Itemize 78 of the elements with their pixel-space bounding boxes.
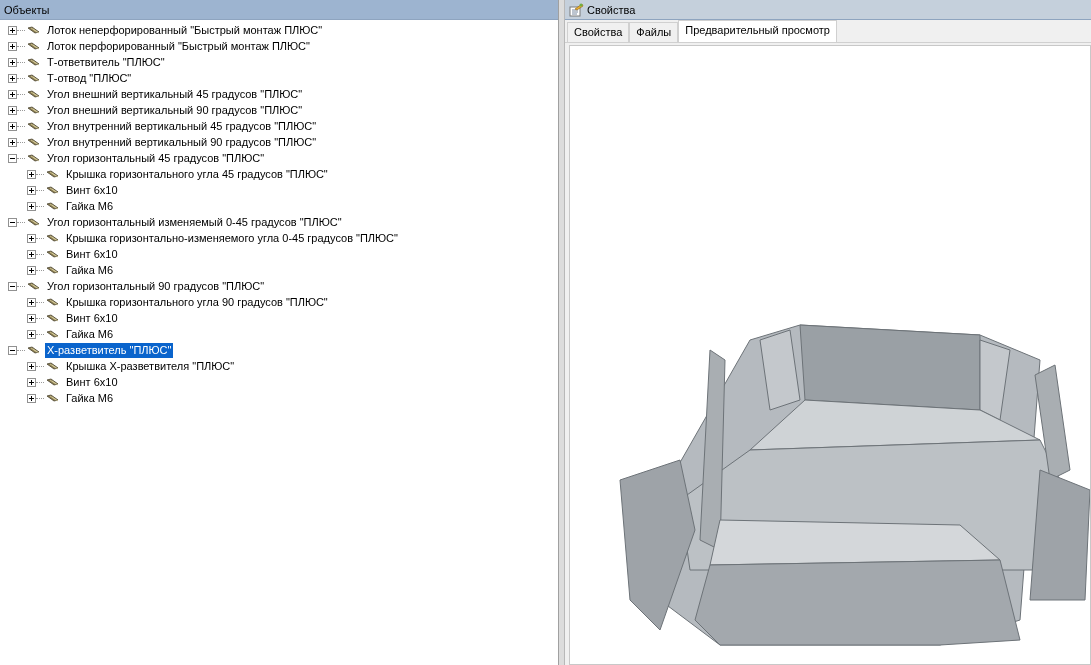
collapse-toggle[interactable] [8,217,17,227]
expand-toggle[interactable] [27,313,36,323]
bolt-icon [46,297,60,307]
tree-item[interactable]: Винт 6x10 [64,310,120,326]
bolt-icon [27,217,41,227]
tree-item[interactable]: Крышка горизонтального угла 90 градусов "ПЛЮС" [64,294,330,310]
bolt-icon [27,345,41,355]
panel-title: Объекты [4,3,50,16]
tree-item[interactable]: Т-отвод "ПЛЮС" [45,70,134,86]
tree-item[interactable]: Т-ответвитель "ПЛЮС" [45,54,167,70]
expand-toggle[interactable] [8,57,17,67]
bolt-icon [46,201,60,211]
bolt-icon [46,313,60,323]
bolt-icon [46,393,60,403]
tab[interactable]: Предварительный просмотр [678,20,837,42]
bolt-icon [46,185,60,195]
collapse-toggle[interactable] [8,345,17,355]
tree-item[interactable]: Угол внутренний вертикальный 45 градусов "ПЛЮС" [45,118,319,134]
properties-icon [569,2,584,17]
tree-item[interactable]: Лоток перфорированный "Быстрый монтаж ПЛЮС" [45,38,312,54]
expand-toggle[interactable] [27,249,36,259]
expand-toggle[interactable] [27,265,36,275]
bolt-icon [27,137,41,147]
bolt-icon [46,329,60,339]
expand-toggle[interactable] [27,169,36,179]
panel-title: Свойства [587,3,636,16]
bolt-icon [46,361,60,371]
tree-item[interactable]: Гайка М6 [64,326,116,342]
tree-item[interactable]: Винт 6x10 [64,374,120,390]
tree-item[interactable]: Гайка М6 [64,390,116,406]
bolt-icon [46,249,60,259]
expand-toggle[interactable] [8,89,17,99]
collapse-toggle[interactable] [8,153,17,163]
tree-item[interactable]: Угол внутренний вертикальный 90 градусов "ПЛЮС" [45,134,319,150]
tree-item[interactable]: Гайка М6 [64,198,116,214]
expand-toggle[interactable] [8,41,17,51]
bolt-icon [27,153,41,163]
expand-toggle[interactable] [27,393,36,403]
expand-toggle[interactable] [27,377,36,387]
tree-item[interactable]: Лоток неперфорированный "Быстрый монтаж ПЛЮС" [45,22,325,38]
bolt-icon [27,57,41,67]
expand-toggle[interactable] [8,73,17,83]
bolt-icon [27,121,41,131]
expand-toggle[interactable] [27,233,36,243]
bolt-icon [27,41,41,51]
tree-item[interactable]: X-разветвитель "ПЛЮС" [45,342,174,358]
bolt-icon [46,377,60,387]
expand-toggle[interactable] [27,297,36,307]
tree-item[interactable]: Гайка М6 [64,262,116,278]
expand-toggle[interactable] [8,137,17,147]
expand-toggle[interactable] [27,361,36,371]
bolt-icon [46,233,60,243]
bolt-icon [46,265,60,275]
bolt-icon [46,169,60,179]
collapse-toggle[interactable] [8,281,17,291]
expand-toggle[interactable] [8,25,17,35]
bolt-icon [27,89,41,99]
tab[interactable]: Файлы [629,22,679,42]
expand-toggle[interactable] [27,329,36,339]
expand-toggle[interactable] [8,105,17,115]
bolt-icon [27,105,41,115]
expand-toggle[interactable] [27,201,36,211]
tree-item[interactable]: Винт 6x10 [64,246,120,262]
tab[interactable]: Свойства [567,22,630,42]
tree-item[interactable]: Угол горизонтальный 90 градусов "ПЛЮС" [45,278,267,294]
tree-item[interactable]: Винт 6x10 [64,182,120,198]
tree-item[interactable]: Угол горизонтальный 45 градусов "ПЛЮС" [45,150,267,166]
tree-item[interactable]: Крышка X-разветвителя "ПЛЮС" [64,358,237,374]
bolt-icon [27,281,41,291]
tree-item[interactable]: Угол горизонтальный изменяемый 0-45 градусов "ПЛЮС" [45,214,344,230]
expand-toggle[interactable] [27,185,36,195]
tree-item[interactable]: Угол внешний вертикальный 45 градусов "ПЛЮС" [45,86,305,102]
bolt-icon [27,73,41,83]
tree-item[interactable]: Крышка горизонтально-изменяемого угла 0-45 градусов "ПЛЮС" [64,230,400,246]
expand-toggle[interactable] [8,121,17,131]
tree-item[interactable]: Крышка горизонтального угла 45 градусов "ПЛЮС" [64,166,330,182]
bolt-icon [27,25,41,35]
tree-item[interactable]: Угол внешний вертикальный 90 градусов "ПЛЮС" [45,102,305,118]
